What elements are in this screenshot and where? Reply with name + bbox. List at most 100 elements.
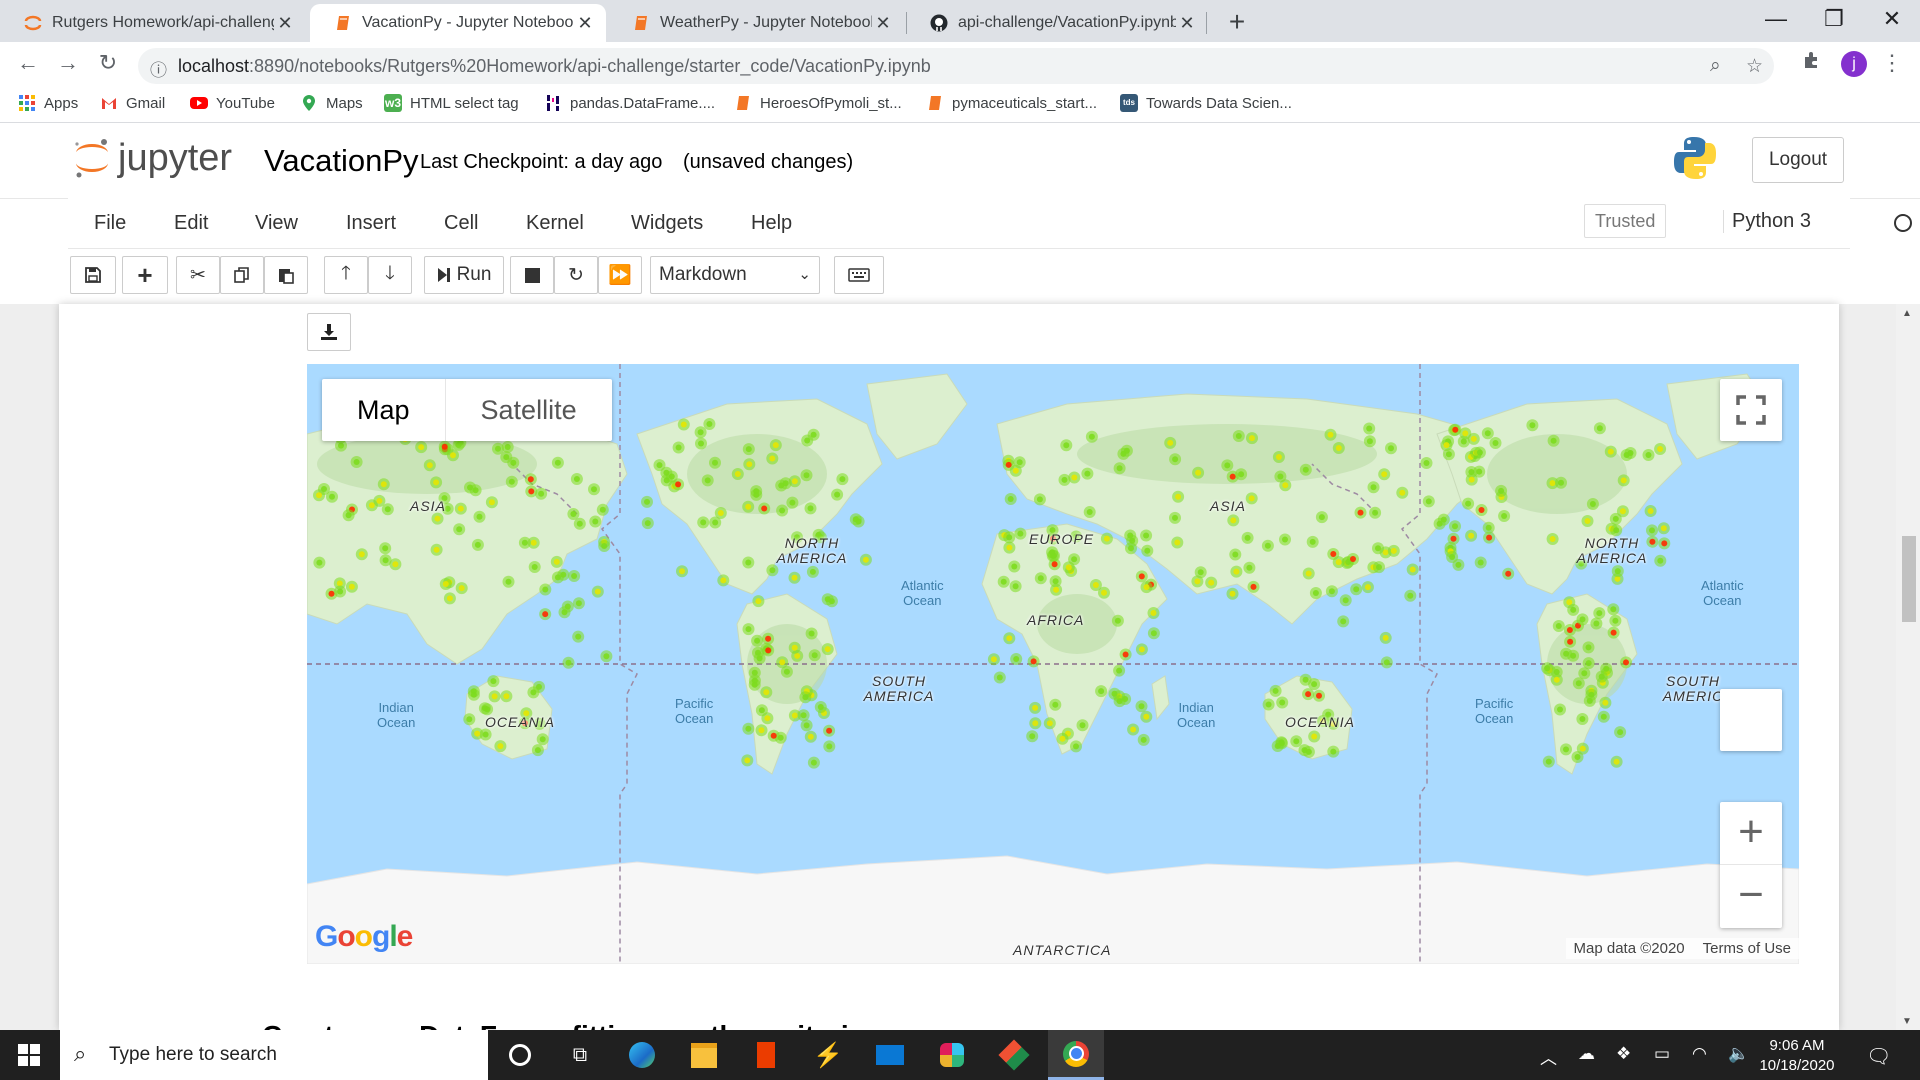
menu-widgets[interactable]: Widgets (631, 212, 703, 235)
volume-icon[interactable]: 🔈 (1728, 1044, 1749, 1064)
close-icon[interactable]: ✕ (1176, 13, 1198, 34)
wifi-icon[interactable]: ◠ (1692, 1044, 1707, 1064)
heatmap-point-core (1649, 527, 1655, 534)
copy-button[interactable] (220, 256, 264, 294)
close-icon[interactable]: ✕ (574, 13, 596, 34)
browser-tab[interactable]: api-challenge/VacationPy.ipynb a ✕ (906, 4, 1208, 42)
paste-button[interactable] (264, 256, 308, 294)
restart-run-all-button[interactable]: ⏩ (598, 256, 642, 294)
kernel-name[interactable]: Python 3 (1723, 210, 1811, 233)
cut-button[interactable]: ✂ (176, 256, 220, 294)
insert-cell-button[interactable]: + (122, 256, 168, 294)
move-down-button[interactable]: 🡓 (368, 256, 412, 294)
cortana-icon[interactable] (492, 1030, 548, 1080)
notifications-icon[interactable]: 🗨 (1866, 1044, 1891, 1069)
mail-icon[interactable] (862, 1030, 918, 1080)
git-kraken-icon[interactable] (986, 1030, 1042, 1080)
scroll-down-icon[interactable]: ▼ (1902, 1016, 1912, 1027)
maximize-icon[interactable]: ❐ (1814, 6, 1854, 32)
battery-icon[interactable]: ▭ (1654, 1044, 1670, 1064)
map-type-satellite-button[interactable]: Satellite (446, 379, 612, 441)
heatmap-point-core (656, 462, 663, 469)
zoom-icon[interactable]: ⌕ (1710, 55, 1721, 77)
trusted-indicator[interactable]: Trusted (1584, 204, 1667, 238)
map-canvas[interactable] (307, 364, 1799, 964)
bookmark-gmail[interactable]: Gmail (100, 94, 165, 112)
move-up-button[interactable]: 🡑 (324, 256, 368, 294)
command-palette-button[interactable] (834, 256, 884, 294)
scrollbar-thumb[interactable] (1902, 536, 1916, 622)
heatmap-point-core (765, 635, 772, 642)
terms-of-use-link[interactable]: Terms of Use (1703, 940, 1791, 957)
bookmark-pandas[interactable]: pandas.DataFrame.... (544, 94, 715, 112)
taskbar-search-box[interactable]: ⌕ Type here to search (60, 1030, 488, 1080)
windows-start-button[interactable] (18, 1044, 40, 1071)
new-tab-button[interactable]: + (1222, 6, 1252, 38)
onedrive-icon[interactable]: ☁ (1578, 1044, 1595, 1064)
minimize-icon[interactable]: — (1756, 6, 1796, 32)
heatmap-point-core (1312, 590, 1319, 596)
cell-type-select[interactable]: Markdown ⌄ (650, 256, 820, 294)
street-view-button[interactable] (1720, 689, 1782, 751)
bookmark-html-select[interactable]: w3 HTML select tag (384, 94, 519, 112)
task-view-icon[interactable]: ⧉ (552, 1030, 608, 1080)
close-icon[interactable]: ✕ (872, 13, 894, 34)
zoom-out-button[interactable]: − (1720, 865, 1782, 927)
bookmark-youtube[interactable]: YouTube (190, 94, 275, 112)
notebook-name[interactable]: VacationPy (264, 143, 419, 179)
fullscreen-button[interactable] (1720, 379, 1782, 441)
office-icon[interactable] (738, 1030, 794, 1080)
profile-avatar[interactable]: j (1838, 51, 1870, 77)
zoom-in-button[interactable]: + (1720, 802, 1782, 865)
save-button[interactable] (70, 256, 116, 294)
extensions-puzzle-icon[interactable] (1796, 50, 1828, 76)
jupyter-logo[interactable]: jupyter (72, 135, 232, 181)
menu-cell[interactable]: Cell (444, 212, 478, 235)
scroll-up-icon[interactable]: ▲ (1902, 308, 1912, 319)
bookmark-star-icon[interactable]: ☆ (1746, 55, 1763, 78)
close-icon[interactable]: ✕ (274, 13, 296, 34)
menu-edit[interactable]: Edit (174, 212, 208, 235)
file-explorer-icon[interactable] (676, 1030, 732, 1080)
bookmark-heroes[interactable]: HeroesOfPymoli_st... (734, 94, 902, 112)
download-icon (321, 324, 337, 340)
browser-tab[interactable]: WeatherPy - Jupyter Notebook ✕ (608, 4, 904, 42)
heatmap-point-core (530, 539, 537, 546)
vscode-icon[interactable]: ⚡ (800, 1030, 856, 1080)
bookmark-towards-data-science[interactable]: tds Towards Data Scien... (1120, 94, 1292, 112)
interrupt-button[interactable] (510, 256, 554, 294)
address-bar[interactable]: ⓘ localhost:8890/notebooks/Rutgers%20Hom… (138, 48, 1774, 84)
forward-icon[interactable]: → (52, 50, 84, 76)
menu-file[interactable]: File (94, 212, 126, 235)
browser-tab-active[interactable]: VacationPy - Jupyter Notebook ✕ (310, 4, 606, 42)
menu-insert[interactable]: Insert (346, 212, 396, 235)
tds-icon: tds (1120, 94, 1138, 112)
menu-view[interactable]: View (255, 212, 298, 235)
edge-browser-icon[interactable] (614, 1030, 670, 1080)
browser-tab[interactable]: Rutgers Homework/api-challenge ✕ (0, 4, 306, 42)
heatmap-point-core (1144, 547, 1151, 554)
menu-kernel[interactable]: Kernel (526, 212, 584, 235)
more-menu-icon[interactable]: ⋮ (1876, 50, 1908, 76)
logout-button[interactable]: Logout (1752, 137, 1844, 183)
back-icon[interactable]: ← (12, 50, 44, 76)
slack-icon[interactable] (924, 1030, 980, 1080)
reload-icon[interactable]: ↻ (92, 50, 124, 76)
bookmark-pymaceuticals[interactable]: pymaceuticals_start... (926, 94, 1097, 112)
bookmark-maps[interactable]: Maps (300, 94, 363, 112)
show-hidden-icons[interactable]: ︿ (1540, 1044, 1557, 1069)
run-button[interactable]: Run (424, 256, 504, 294)
map-type-map-button[interactable]: Map (322, 379, 446, 441)
google-map[interactable]: ASIA NORTH AMERICA EUROPE AFRICA SOUTH A… (307, 364, 1799, 964)
download-widget-button[interactable] (307, 313, 351, 351)
chrome-taskbar-icon[interactable] (1048, 1030, 1104, 1080)
info-icon[interactable]: ⓘ (150, 56, 167, 81)
menu-help[interactable]: Help (751, 212, 792, 235)
window-close-icon[interactable]: ✕ (1872, 6, 1912, 32)
taskbar-clock[interactable]: 9:06 AM 10/18/2020 (1752, 1036, 1842, 1076)
restart-button[interactable]: ↻ (554, 256, 598, 294)
dropbox-icon[interactable]: ❖ (1616, 1044, 1631, 1064)
bookmark-apps[interactable]: Apps (18, 94, 78, 112)
heatmap-point-core (745, 503, 752, 510)
page-scrollbar[interactable] (1896, 304, 1920, 1030)
